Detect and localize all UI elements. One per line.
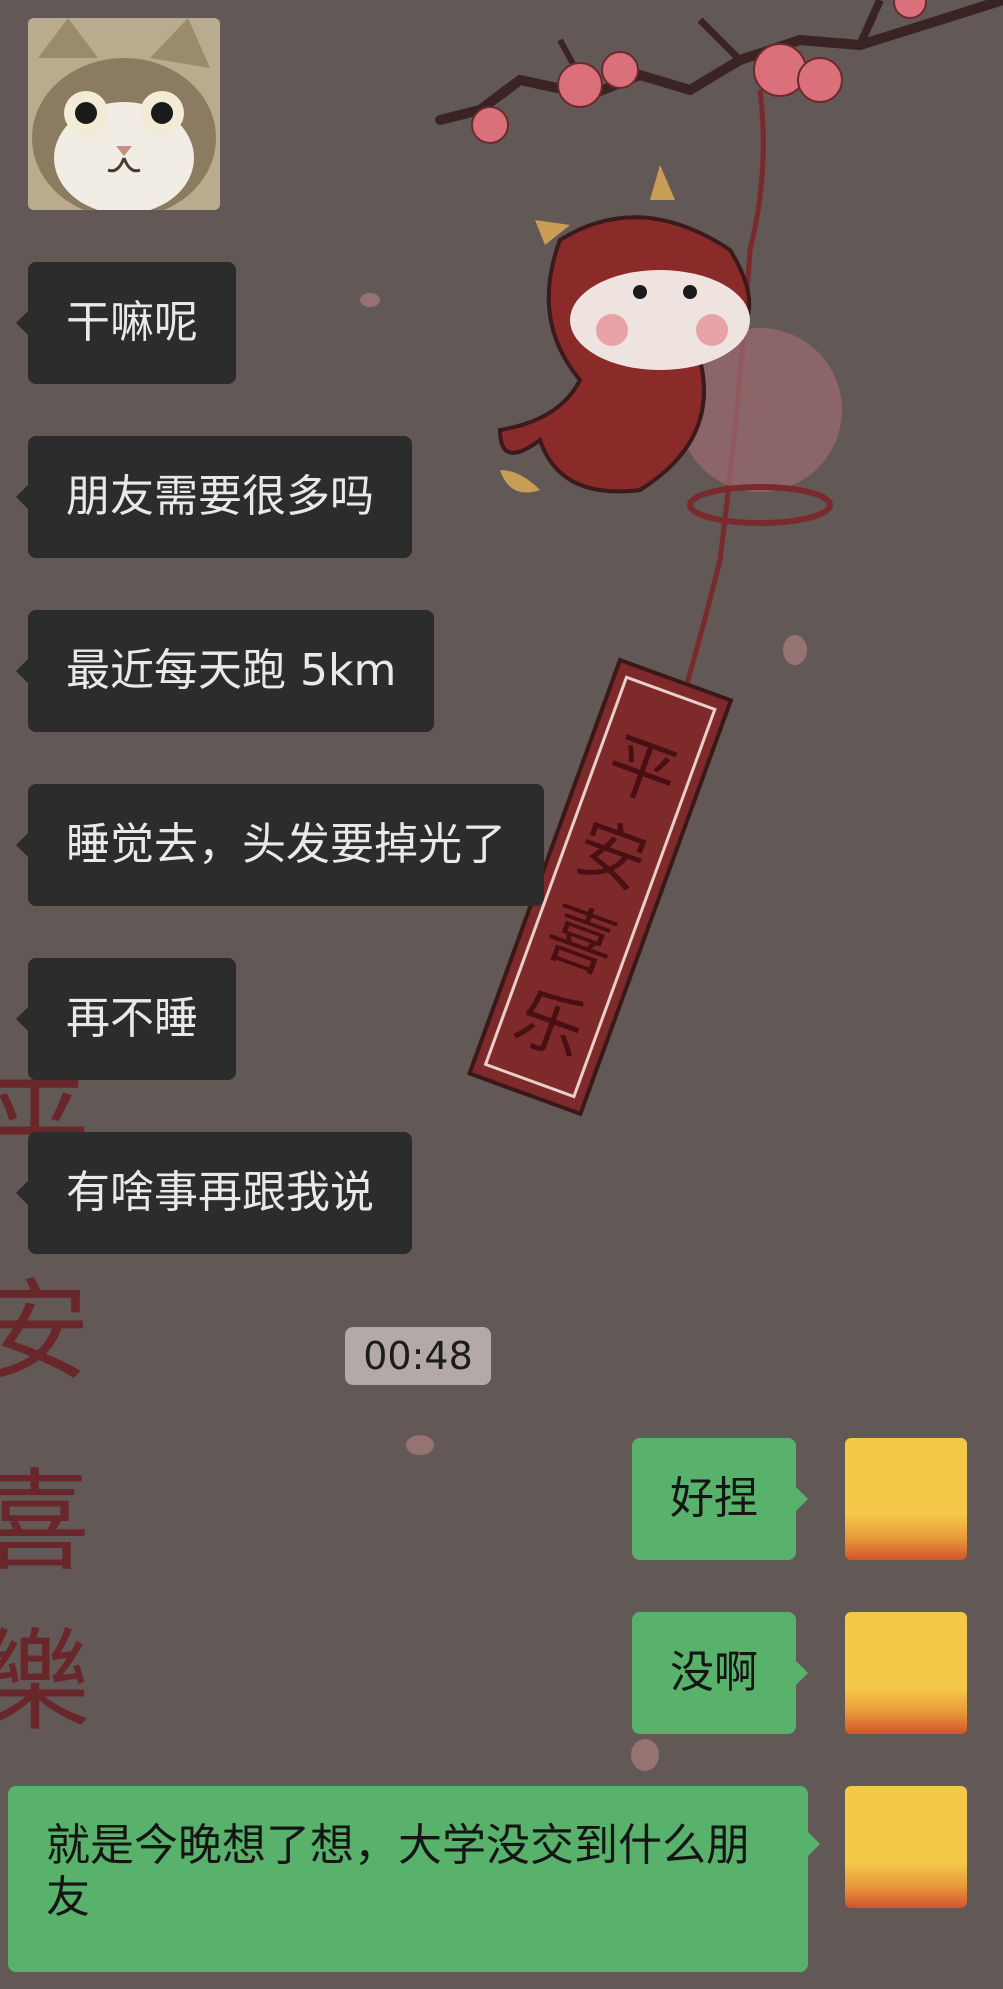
side-char-3: 喜 — [0, 1458, 90, 1586]
message-text: 最近每天跑 5km — [66, 645, 397, 696]
incoming-message[interactable]: 朋友需要很多吗 — [16, 436, 412, 558]
incoming-message[interactable]: 干嘛呢 — [16, 262, 236, 384]
charm-char-2: 安 — [566, 808, 657, 905]
message-text: 好捏 — [670, 1473, 758, 1524]
message-text: 朋友需要很多吗 — [66, 471, 374, 522]
cat-avatar-icon — [28, 18, 220, 210]
outgoing-message[interactable]: 就是今晚想了想，大学没交到什么朋友 — [8, 1786, 820, 1972]
side-char-2: 安 — [0, 1268, 90, 1396]
contact-avatar[interactable] — [28, 18, 220, 210]
message-text: 就是今晚想了想，大学没交到什么朋友 — [46, 1820, 750, 1923]
message-text: 干嘛呢 — [66, 297, 198, 348]
self-avatar[interactable] — [845, 1438, 967, 1560]
incoming-message[interactable]: 睡觉去，头发要掉光了 — [16, 784, 544, 906]
message-text: 睡觉去，头发要掉光了 — [66, 819, 506, 870]
charm-char-3: 喜 — [535, 892, 626, 989]
incoming-message[interactable]: 最近每天跑 5km — [15, 610, 435, 732]
message-text: 没啊 — [670, 1647, 758, 1698]
self-avatar[interactable] — [845, 1612, 967, 1734]
message-timestamp: 00:48 — [345, 1327, 491, 1385]
charm-char-1: 平 — [597, 723, 688, 820]
incoming-message[interactable]: 再不睡 — [16, 958, 236, 1080]
message-text: 有啥事再跟我说 — [66, 1167, 374, 1218]
message-text: 再不睡 — [66, 993, 198, 1044]
outgoing-message[interactable]: 好捏 — [632, 1438, 808, 1560]
incoming-message[interactable]: 有啥事再跟我说 — [16, 1132, 412, 1254]
charm-char-4: 乐 — [504, 977, 595, 1074]
side-char-4: 樂 — [0, 1618, 90, 1746]
self-avatar[interactable] — [845, 1786, 967, 1908]
outgoing-message[interactable]: 没啊 — [632, 1612, 808, 1734]
